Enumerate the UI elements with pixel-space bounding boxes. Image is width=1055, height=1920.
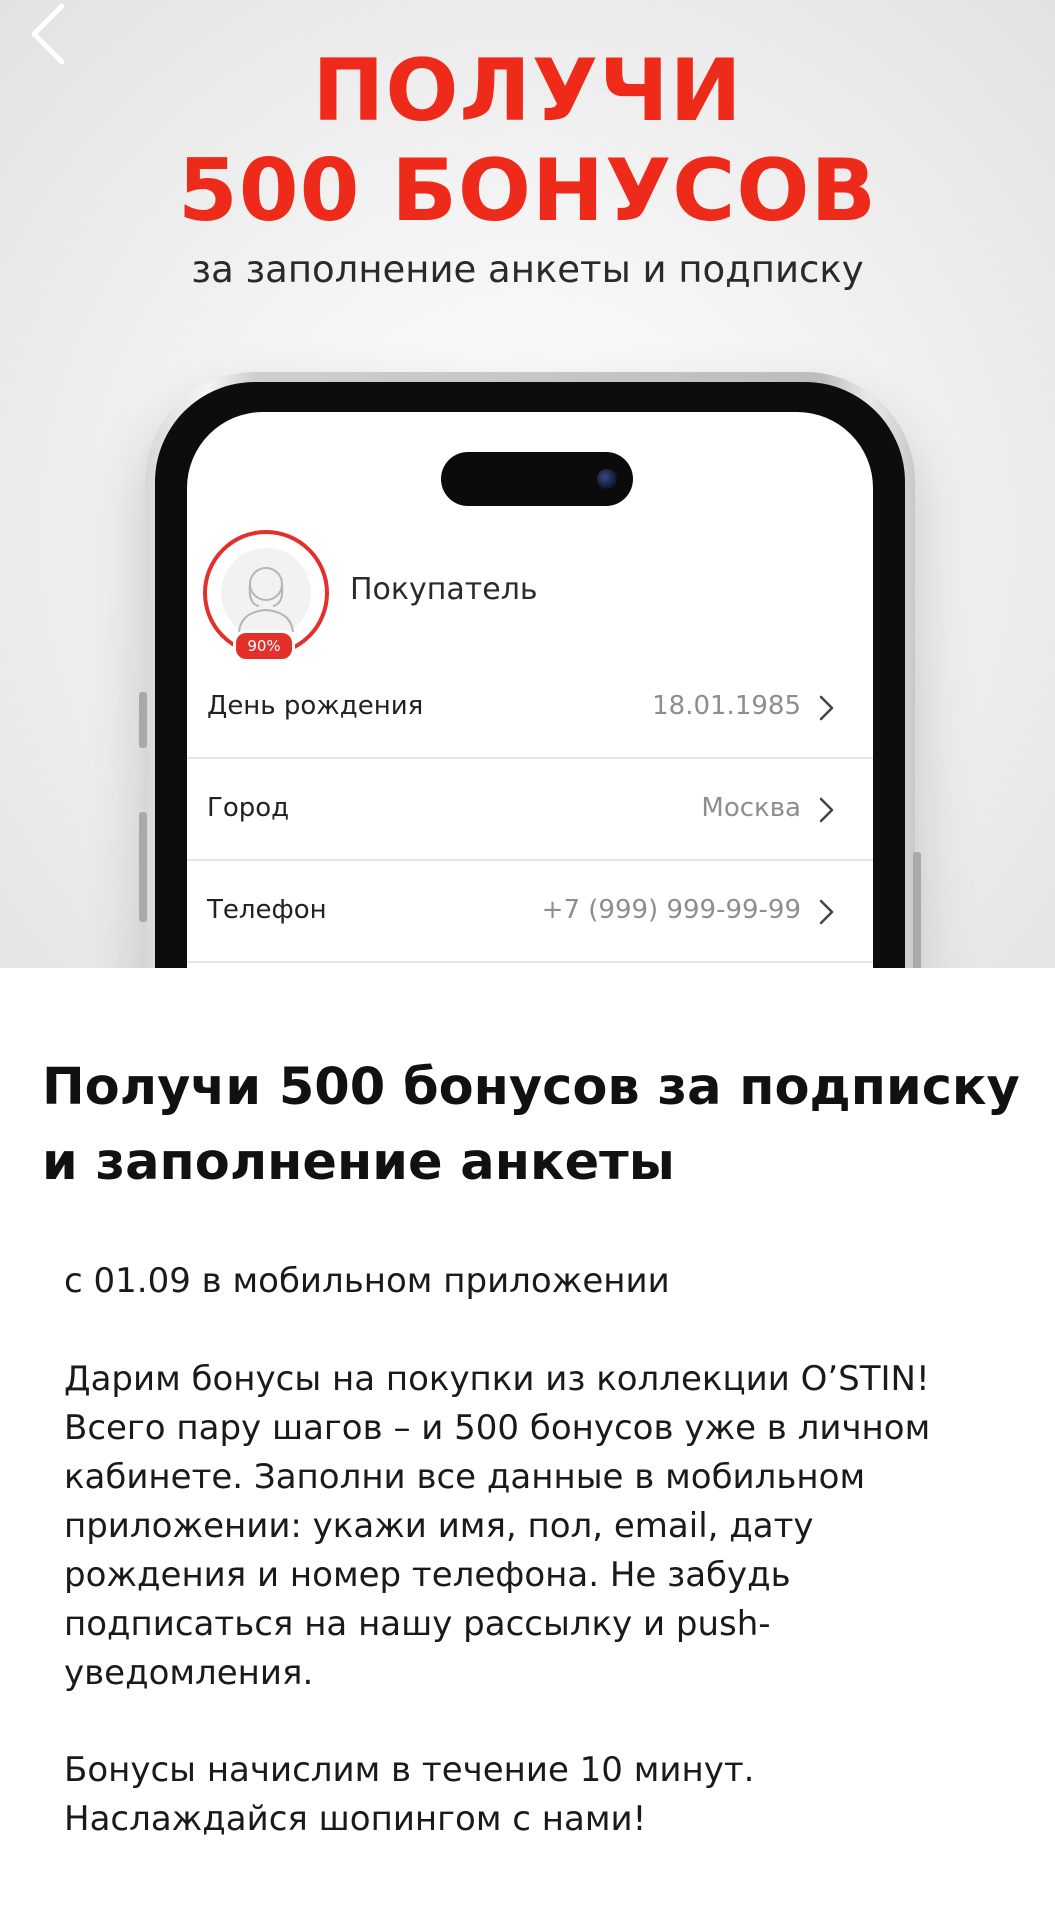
article-title: Получи 500 бонусов за подписку и заполне…	[42, 1058, 1020, 1192]
chevron-right-icon	[819, 797, 834, 823]
article-date-line: с 01.09 в мобильном приложении	[64, 1261, 670, 1301]
promo-headline-line1: ПОЛУЧИ	[312, 41, 743, 141]
camera-icon	[597, 469, 617, 489]
phone-side-button	[139, 692, 147, 748]
phone-bezel: 90% Покупатель День рождения 18.01.1985 …	[155, 382, 905, 968]
profile-row-phone[interactable]: Телефон +7 (999) 999-99-99	[187, 861, 873, 963]
row-label: День рождения	[207, 691, 424, 721]
profile-row-city[interactable]: Город Москва	[187, 759, 873, 861]
row-value: Москва	[701, 793, 801, 823]
row-label: Город	[207, 793, 290, 823]
article-body: Дарим бонусы на покупки из коллекции O’S…	[64, 1359, 931, 1693]
avatar-photo	[221, 548, 311, 638]
article-footer: Бонусы начислим в течение 10 минут. Насл…	[64, 1750, 755, 1839]
dynamic-island	[441, 452, 633, 506]
user-silhouette-icon	[238, 567, 294, 633]
row-value: +7 (999) 999-99-99	[541, 895, 801, 925]
phone-screen: 90% Покупатель День рождения 18.01.1985 …	[187, 412, 873, 968]
promo-subheadline: за заполнение анкеты и подписку	[191, 248, 864, 291]
row-value: 18.01.1985	[652, 691, 801, 721]
promo-banner: ПОЛУЧИ 500 БОНУСОВ за заполнение анкеты …	[0, 0, 1055, 968]
profile-name: Покупатель	[350, 572, 538, 607]
phone-side-button	[139, 812, 147, 922]
chevron-right-icon	[819, 899, 834, 925]
phone-side-button	[913, 852, 921, 968]
promo-headline-line2: 500 БОНУСОВ	[177, 141, 878, 241]
chevron-right-icon	[819, 695, 834, 721]
profile-row-birthday[interactable]: День рождения 18.01.1985	[187, 657, 873, 759]
row-label: Телефон	[207, 895, 327, 925]
phone-mockup: 90% Покупатель День рождения 18.01.1985 …	[139, 372, 921, 968]
